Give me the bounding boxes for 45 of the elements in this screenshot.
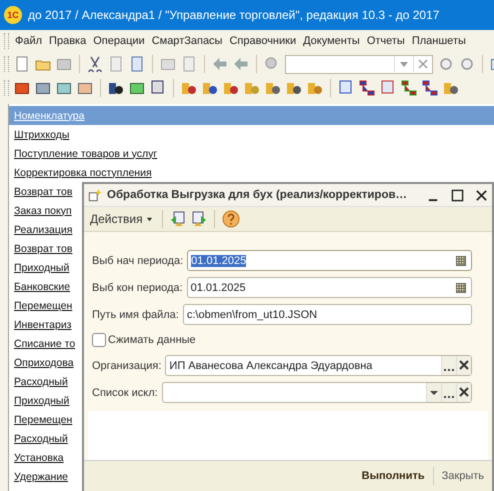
- menu-item[interactable]: Справочники: [228, 35, 298, 47]
- dialog-title: Обработка Выгрузка для бух (реализ/корректиров…: [107, 189, 408, 201]
- ellipsis-icon[interactable]: [441, 383, 456, 402]
- run-button[interactable]: Выполнить: [360, 468, 427, 484]
- list-link[interactable]: Корректировка поступления: [9, 163, 494, 182]
- document-arrow-icon[interactable]: [170, 211, 186, 227]
- list-link[interactable]: Поступление товаров и услуг: [9, 144, 494, 163]
- ellipsis-icon[interactable]: [441, 356, 456, 375]
- field-label: Выб кон периода:: [92, 282, 183, 294]
- menu-item[interactable]: Правка: [48, 35, 88, 47]
- menu-item[interactable]: Файл: [14, 35, 44, 47]
- menu-item[interactable]: СмартЗапасы: [150, 35, 224, 47]
- list-link[interactable]: Штрихкоды: [9, 125, 494, 144]
- input-field[interactable]: ИП Аванесова Александра Эдуардовна: [165, 355, 472, 376]
- menu-item[interactable]: Документы: [302, 35, 361, 47]
- menu-item[interactable]: Отчеты: [366, 35, 406, 47]
- processing-icon: [88, 188, 102, 202]
- menu-item[interactable]: Операции: [92, 35, 146, 47]
- help-icon[interactable]: [222, 210, 240, 228]
- field-label: Список искл:: [92, 386, 158, 398]
- field-label: Выб нач периода:: [92, 254, 184, 266]
- caret-icon: [146, 216, 153, 223]
- field-label: Организация:: [92, 360, 162, 372]
- new-document-icon[interactable]: [14, 56, 30, 72]
- field-label: Путь имя файла:: [92, 308, 179, 320]
- calendar-icon[interactable]: [455, 254, 467, 266]
- maximize-icon[interactable]: [451, 188, 464, 202]
- document-arrow-icon[interactable]: [190, 211, 207, 227]
- input-field[interactable]: [162, 382, 472, 403]
- calendar-icon[interactable]: [455, 282, 467, 294]
- input-field[interactable]: c:\obmen\from_ut10.JSON: [182, 304, 472, 325]
- window-title: до 2017 / Александра1 / "Управление торговлей", редакция 10.3 - до 2017: [28, 8, 440, 22]
- clear-icon[interactable]: [456, 383, 471, 402]
- actions-menu-button[interactable]: Действия: [88, 212, 155, 226]
- close-button[interactable]: Закрыть: [440, 468, 486, 484]
- close-icon[interactable]: [475, 188, 488, 202]
- checkbox-label: Сжимать данные: [108, 334, 196, 346]
- input-field[interactable]: 01.01.2025: [187, 250, 472, 271]
- dropdown-caret-icon[interactable]: [426, 383, 441, 402]
- compress-checkbox[interactable]: [92, 333, 106, 347]
- scissors-icon[interactable]: [87, 56, 103, 72]
- input-field[interactable]: 01.01.2025: [186, 277, 472, 298]
- clear-icon[interactable]: [456, 356, 471, 375]
- app-logo: 1С: [4, 6, 22, 24]
- menu-item[interactable]: Планшеты: [410, 35, 467, 47]
